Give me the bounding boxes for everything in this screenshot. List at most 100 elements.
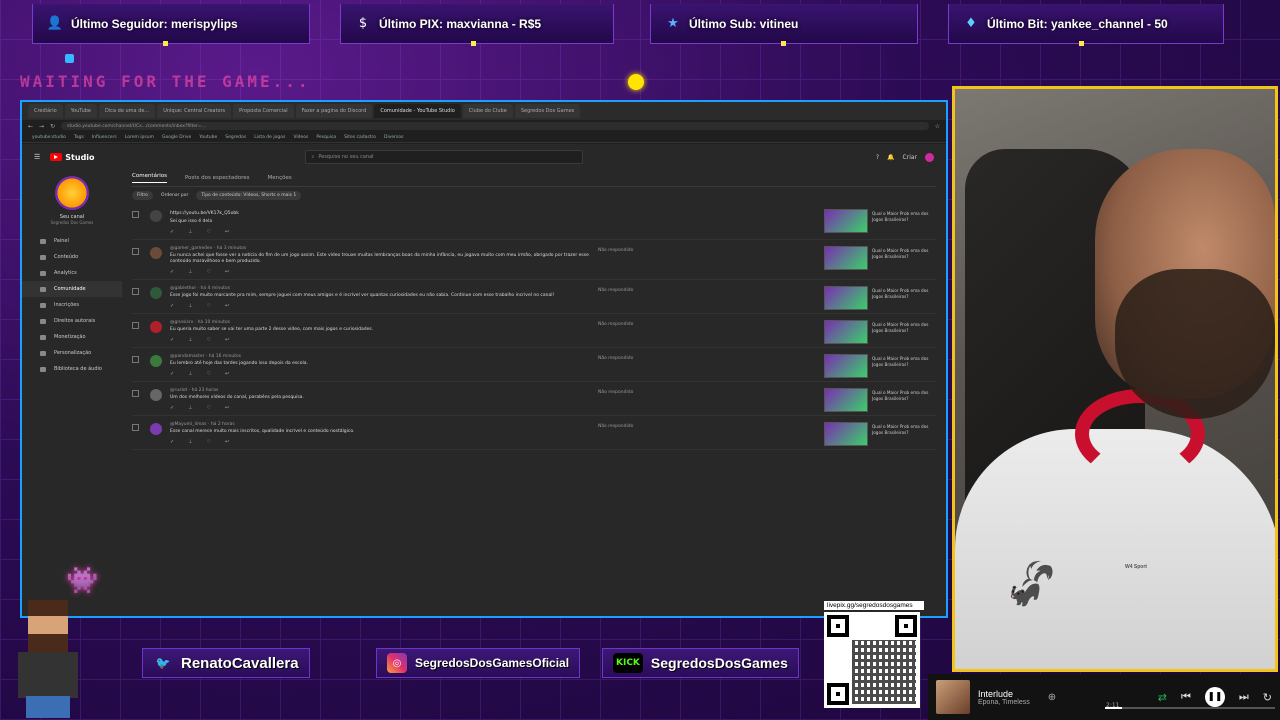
bookmark[interactable]: Lorem ipsum	[125, 135, 154, 140]
nav-subscriptions[interactable]: Inscrições	[22, 297, 122, 313]
dislike-icon[interactable]: ⊥	[188, 405, 192, 411]
video-title[interactable]: Qual o Maior Prob ema dos Jogos Brasilei…	[872, 390, 934, 401]
video-thumbnail[interactable]	[824, 388, 868, 412]
reply-icon[interactable]: ↩	[225, 405, 229, 411]
help-icon[interactable]: ?	[876, 154, 879, 161]
video-thumbnail[interactable]	[824, 320, 868, 344]
heart-icon[interactable]: ♡	[207, 269, 211, 275]
browser-tab-active[interactable]: Comunidade - YouTube Studio	[374, 104, 461, 118]
reply-icon[interactable]: ↩	[225, 269, 229, 275]
add-icon[interactable]: ⊕	[1048, 692, 1056, 703]
video-title[interactable]: Qual o Maior Prob ema dos Jogos Brasilei…	[872, 424, 934, 435]
reply-icon[interactable]: ↩	[225, 371, 229, 377]
bookmark[interactable]: Tags	[74, 135, 84, 140]
heart-icon[interactable]: ♡	[207, 371, 211, 377]
reply-icon[interactable]: ↩	[225, 439, 229, 445]
account-avatar[interactable]	[925, 152, 934, 162]
heart-icon[interactable]: ♡	[207, 229, 211, 235]
address-bar[interactable]: studio.youtube.com/channel/UCx.../commen…	[61, 122, 929, 130]
browser-tab[interactable]: Dica de uma de...	[99, 104, 156, 118]
bookmark[interactable]: Lista de jogos	[254, 135, 285, 140]
bookmark[interactable]: Influencers	[92, 135, 117, 140]
dislike-icon[interactable]: ⊥	[188, 303, 192, 309]
browser-tab[interactable]: Fazer a pagina do Discord	[295, 104, 373, 118]
video-title[interactable]: Qual o Maior Prob ema dos Jogos Brasilei…	[872, 356, 934, 367]
shuffle-icon[interactable]: ⇄	[1158, 691, 1167, 704]
comment-checkbox[interactable]	[132, 248, 139, 255]
browser-tab[interactable]: Clube do Clube	[462, 104, 513, 118]
video-thumbnail[interactable]	[824, 209, 868, 233]
comment-checkbox[interactable]	[132, 288, 139, 295]
studio-logo[interactable]: Studio	[50, 153, 95, 162]
heart-icon[interactable]: ♡	[207, 439, 211, 445]
next-icon[interactable]: ⏭	[1239, 690, 1249, 704]
heart-icon[interactable]: ♡	[207, 337, 211, 343]
track-progress[interactable]	[1105, 707, 1275, 709]
bookmark[interactable]: Google Drive	[162, 135, 191, 140]
commenter-avatar[interactable]	[150, 287, 162, 299]
channel-avatar[interactable]	[55, 176, 89, 210]
browser-tab[interactable]: Segredos Dos Games	[514, 104, 581, 118]
check-icon[interactable]: ✓	[170, 337, 174, 343]
check-icon[interactable]: ✓	[170, 371, 174, 377]
content-type-chip[interactable]: Tipo de conteúdo: Vídeos, Shorts e mais …	[196, 190, 302, 200]
nav-monetization[interactable]: Monetização	[22, 329, 122, 345]
commenter-avatar[interactable]	[150, 423, 162, 435]
tab-viewer-posts[interactable]: Posts dos espectadores	[185, 175, 250, 181]
video-thumbnail[interactable]	[824, 286, 868, 310]
bookmark[interactable]: Pesquisa	[316, 135, 336, 140]
video-title[interactable]: Qual o Maior Prob ema dos Jogos Brasilei…	[872, 211, 934, 222]
comment-checkbox[interactable]	[132, 322, 139, 329]
browser-tab[interactable]: YouTube	[64, 104, 97, 118]
comment-checkbox[interactable]	[132, 390, 139, 397]
nav-content[interactable]: Conteúdo	[22, 249, 122, 265]
reply-icon[interactable]: ↩	[225, 337, 229, 343]
bookmark[interactable]: Diversos	[384, 135, 403, 140]
video-thumbnail[interactable]	[824, 354, 868, 378]
nav-analytics[interactable]: Analytics	[22, 265, 122, 281]
dislike-icon[interactable]: ⊥	[188, 337, 192, 343]
check-icon[interactable]: ✓	[170, 229, 174, 235]
commenter-avatar[interactable]	[150, 355, 162, 367]
bookmark[interactable]: Segredos	[225, 135, 246, 140]
dislike-icon[interactable]: ⊥	[188, 439, 192, 445]
sort-button[interactable]: Ordenar por	[161, 193, 188, 198]
video-thumbnail[interactable]	[824, 422, 868, 446]
check-icon[interactable]: ✓	[170, 269, 174, 275]
studio-search[interactable]: ⌕ Pesquise no seu canal	[304, 150, 583, 164]
forward-icon[interactable]: →	[39, 123, 44, 130]
heart-icon[interactable]: ♡	[207, 405, 211, 411]
comment-checkbox[interactable]	[132, 211, 139, 218]
nav-copyright[interactable]: Direitos autorais	[22, 313, 122, 329]
dislike-icon[interactable]: ⊥	[188, 371, 192, 377]
dislike-icon[interactable]: ⊥	[188, 229, 192, 235]
menu-icon[interactable]: ☰	[34, 153, 40, 161]
back-icon[interactable]: ←	[28, 123, 33, 130]
comment-checkbox[interactable]	[132, 356, 139, 363]
check-icon[interactable]: ✓	[170, 303, 174, 309]
repeat-icon[interactable]: ↻	[1263, 691, 1272, 704]
commenter-avatar[interactable]	[150, 321, 162, 333]
browser-tab[interactable]: Unique: Central Creators	[157, 104, 232, 118]
previous-icon[interactable]: ⏮	[1181, 690, 1191, 704]
commenter-avatar[interactable]	[150, 210, 162, 222]
pause-button[interactable]: ❚❚	[1204, 687, 1225, 707]
nav-community[interactable]: Comunidade	[22, 281, 122, 297]
bookmark[interactable]: Youtube	[199, 135, 217, 140]
video-title[interactable]: Qual o Maior Prob ema dos Jogos Brasilei…	[872, 248, 934, 259]
tab-mentions[interactable]: Menções	[268, 175, 292, 181]
create-button[interactable]: Criar	[903, 154, 917, 161]
comment-checkbox[interactable]	[132, 424, 139, 431]
reply-icon[interactable]: ↩	[225, 229, 229, 235]
commenter-avatar[interactable]	[150, 389, 162, 401]
browser-tab[interactable]: Crediário	[28, 104, 63, 118]
bell-icon[interactable]: 🔔	[887, 154, 894, 161]
bookmark[interactable]: youtube:studio	[32, 135, 66, 140]
nav-audio-library[interactable]: Biblioteca de áudio	[22, 361, 122, 377]
heart-icon[interactable]: ♡	[207, 303, 211, 309]
tab-comments[interactable]: Comentários	[132, 173, 167, 183]
dislike-icon[interactable]: ⊥	[188, 269, 192, 275]
reload-icon[interactable]: ↻	[50, 123, 55, 130]
reply-icon[interactable]: ↩	[225, 303, 229, 309]
nav-customization[interactable]: Personalização	[22, 345, 122, 361]
